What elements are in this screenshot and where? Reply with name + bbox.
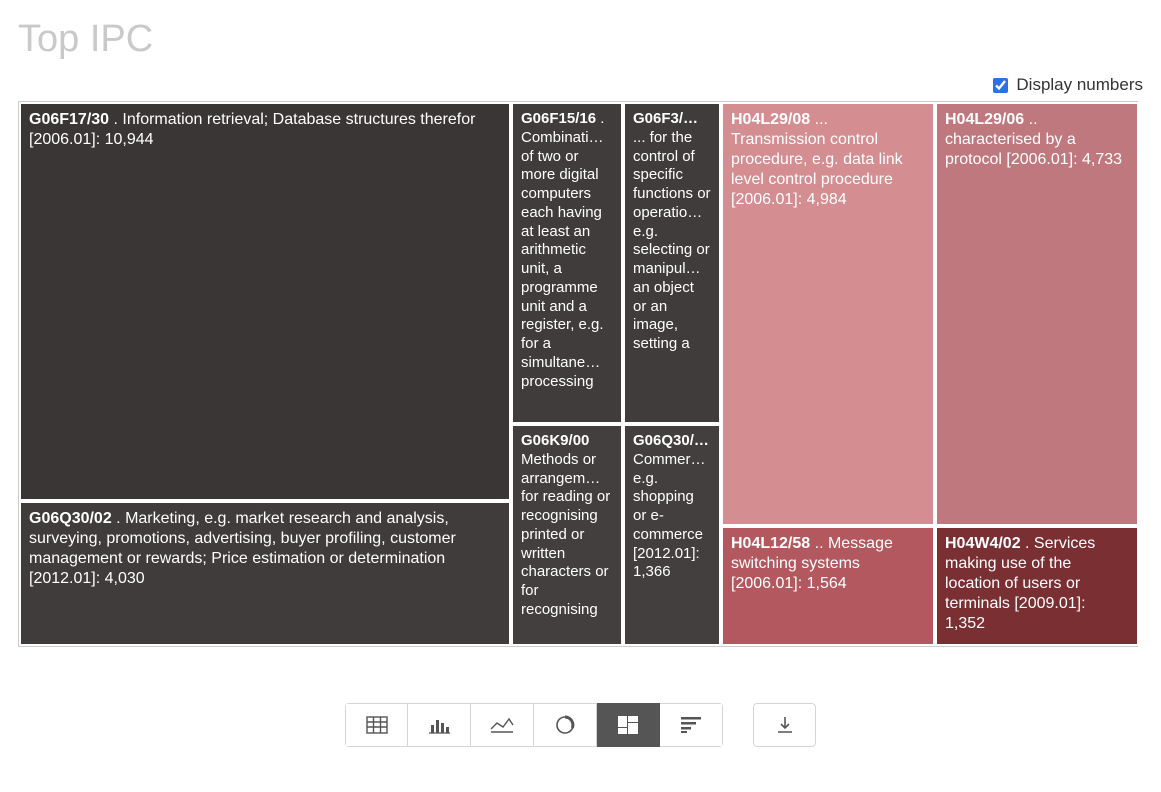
cell-code: H04L12/58 — [731, 535, 810, 552]
cell-code: H04L29/06 — [945, 111, 1024, 128]
treemap-cell-g06q30-02[interactable]: G06Q30/02 . Marketing, e.g. market resea… — [19, 501, 511, 646]
treemap-cell-g06f3[interactable]: G06F3/… ... for the control of specific … — [623, 102, 721, 424]
list-icon — [681, 717, 701, 733]
cell-code: G06Q30/02 — [29, 510, 112, 527]
page-title: Top IPC — [18, 18, 1143, 61]
treemap-view-button[interactable] — [597, 703, 660, 747]
cell-code: G06K9/00 — [521, 432, 589, 449]
bar-chart-icon — [428, 716, 450, 734]
treemap-cell-h04w4-02[interactable]: H04W4/02 . Services making use of the lo… — [935, 526, 1139, 646]
download-button[interactable] — [753, 703, 816, 747]
cell-code: H04L29/08 — [731, 111, 810, 128]
donut-chart-icon — [555, 715, 575, 735]
treemap-cell-h04l29-08[interactable]: H04L29/08 ... Transmission control proce… — [721, 102, 935, 526]
bar-chart-view-button[interactable] — [408, 703, 471, 747]
cell-code: G06F15/16 — [521, 110, 596, 127]
treemap-cell-h04l12-58[interactable]: H04L12/58 .. Message switching systems [… — [721, 526, 935, 646]
download-group — [753, 703, 816, 747]
list-view-button[interactable] — [660, 703, 723, 747]
treemap-cell-g06f15-16[interactable]: G06F15/16 . Combinati… of two or more di… — [511, 102, 623, 424]
display-numbers-control: Display numbers — [18, 75, 1143, 95]
cell-label: Methods or arrangem… for reading or reco… — [521, 451, 610, 618]
cell-label: . Combinati… of two or more digital comp… — [521, 110, 604, 390]
donut-chart-view-button[interactable] — [534, 703, 597, 747]
line-chart-view-button[interactable] — [471, 703, 534, 747]
line-chart-icon — [490, 716, 514, 734]
cell-code: G06F17/30 — [29, 111, 109, 128]
treemap-cell-g06f17-30[interactable]: G06F17/30 . Information retrieval; Datab… — [19, 102, 511, 501]
cell-code: G06Q30/… — [633, 432, 709, 449]
display-numbers-checkbox[interactable] — [993, 78, 1008, 93]
cell-code: H04W4/02 — [945, 535, 1021, 552]
cell-code: G06F3/… — [633, 110, 698, 127]
treemap-icon — [618, 716, 638, 734]
treemap-chart: G06F17/30 . Information retrieval; Datab… — [18, 101, 1138, 647]
download-icon — [776, 716, 794, 734]
table-icon — [366, 716, 388, 734]
view-toolbar — [18, 703, 1143, 747]
cell-label: ... for the control of specific function… — [633, 129, 711, 352]
cell-label: Commer… e.g. shopping or e-commerce [201… — [633, 451, 706, 581]
treemap-cell-h04l29-06[interactable]: H04L29/06 .. characterised by a protocol… — [935, 102, 1139, 526]
display-numbers-label: Display numbers — [1016, 75, 1143, 95]
view-switcher — [345, 703, 723, 747]
table-view-button[interactable] — [345, 703, 408, 747]
treemap-cell-g06q30[interactable]: G06Q30/… Commer… e.g. shopping or e-comm… — [623, 424, 721, 646]
treemap-cell-g06k9-00[interactable]: G06K9/00 Methods or arrangem… for readin… — [511, 424, 623, 646]
